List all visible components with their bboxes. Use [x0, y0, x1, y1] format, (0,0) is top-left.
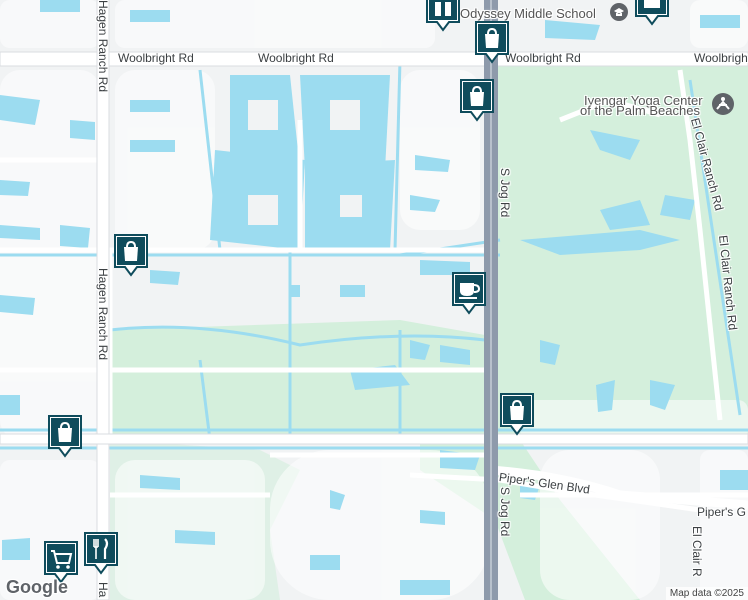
- google-logo: Google: [6, 577, 68, 597]
- shopping-bag-icon[interactable]: [474, 20, 510, 64]
- s-jog-rd-label: S Jog Rd: [498, 487, 512, 537]
- woolbright-rd-label: Woolbright: [694, 51, 748, 65]
- shopping-bag-icon[interactable]: [47, 414, 83, 458]
- woolbright-rd-label: Woolbright Rd: [505, 51, 581, 65]
- store-icon[interactable]: [634, 0, 670, 26]
- school-icon[interactable]: [610, 3, 628, 21]
- hagen-ranch-rd-label: Ha: [96, 582, 110, 598]
- map-attribution[interactable]: Map data ©2025: [665, 587, 748, 600]
- s-jog-rd-label: S Jog Rd: [498, 168, 512, 218]
- coffee-cup-icon[interactable]: [451, 271, 487, 315]
- woolbright-rd-label: Woolbright Rd: [118, 51, 194, 65]
- pipers-glen-blvd-label: Piper's G: [697, 505, 746, 519]
- el-clair-ranch-rd-label: El Clair R: [690, 526, 704, 577]
- hagen-ranch-rd-label: Hagen Ranch Rd: [96, 268, 110, 361]
- park-area: [110, 320, 485, 440]
- shopping-bag-icon[interactable]: [459, 78, 495, 122]
- map-base-layer: [0, 0, 748, 600]
- shopping-bag-icon[interactable]: [499, 392, 535, 436]
- hagen-ranch-rd-label: Hagen Ranch Rd: [96, 0, 110, 93]
- woolbright-rd-label: Woolbright Rd: [258, 51, 334, 65]
- yoga-center-label[interactable]: of the Palm Beaches: [580, 103, 700, 119]
- shopping-bag-icon[interactable]: [425, 0, 461, 32]
- map-canvas[interactable]: Woolbright Rd Woolbright Rd Woolbright R…: [0, 0, 748, 600]
- shopping-bag-icon[interactable]: [113, 233, 149, 277]
- restaurant-icon[interactable]: [83, 531, 119, 575]
- yoga-center-icon[interactable]: [712, 93, 734, 115]
